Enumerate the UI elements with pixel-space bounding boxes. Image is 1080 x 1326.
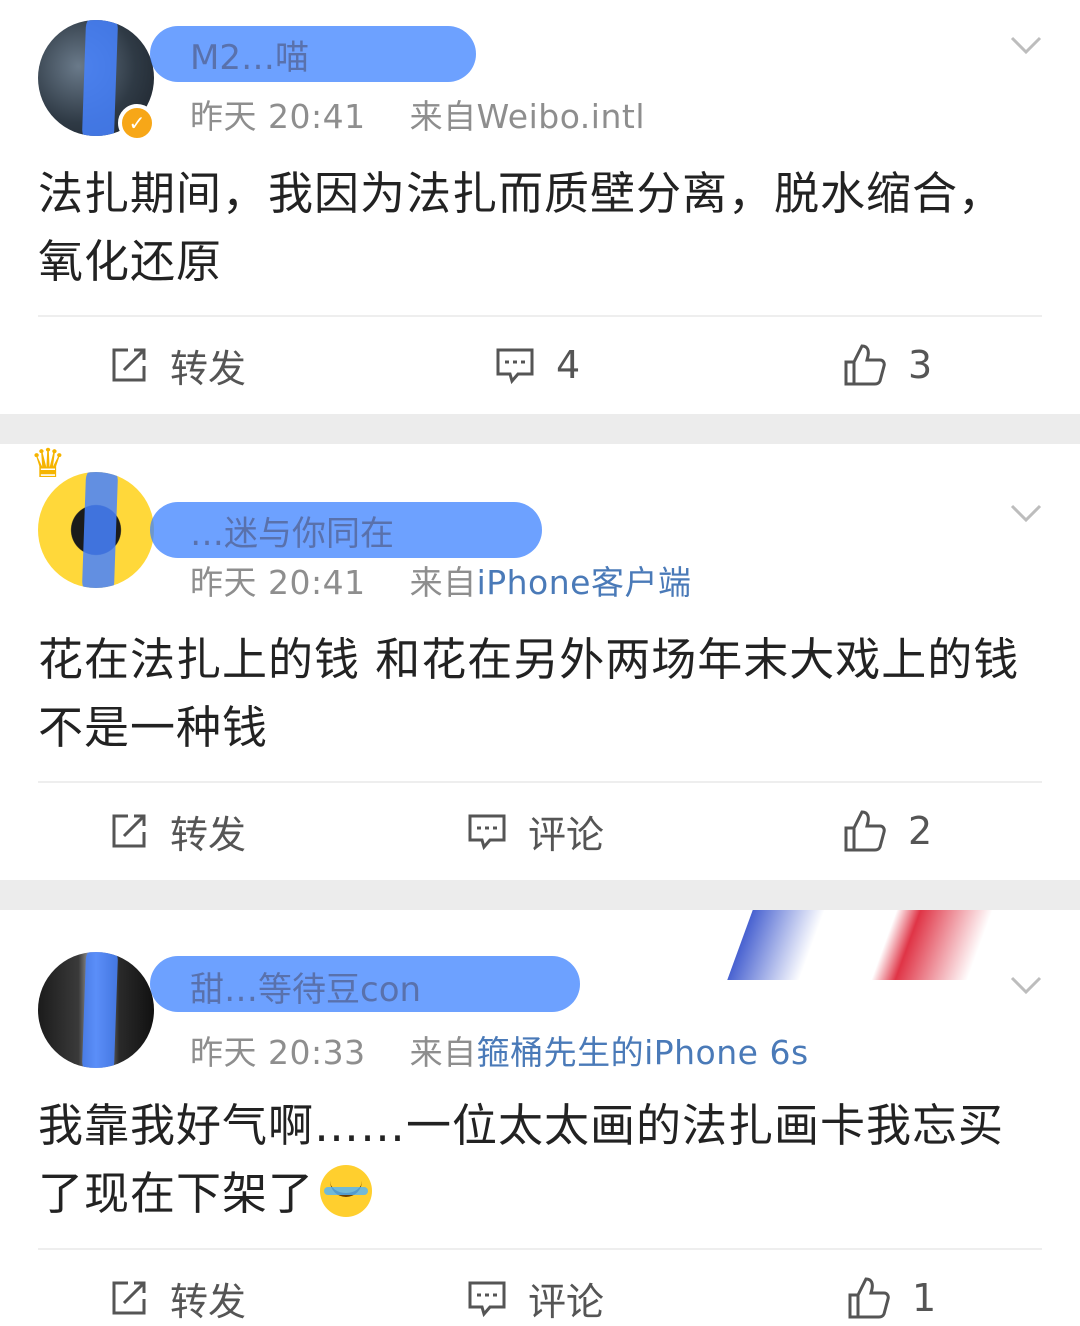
post-meta: 昨天 20:41 来自iPhone客户端 <box>190 556 691 604</box>
post-meta: 昨天 20:41 来自Weibo.intl <box>190 90 645 138</box>
repost-button[interactable]: 转发 <box>108 783 246 879</box>
comment-text-body: 我靠我好气啊……一位太太画的法扎画卡我忘买了现在下架了 <box>38 1099 1005 1220</box>
verified-badge-icon: ✓ <box>118 104 156 142</box>
post-source-link[interactable]: iPhone客户端 <box>477 563 692 602</box>
like-count: 2 <box>908 809 933 853</box>
chevron-down-icon[interactable] <box>1008 26 1044 62</box>
comment-button[interactable]: 评论 <box>466 1250 604 1326</box>
comment-card: ✓ M2…喵 昨天 20:41 来自Weibo.intl 法扎期间，我因为法扎而… <box>0 0 1080 414</box>
repost-button[interactable]: 转发 <box>108 1250 246 1326</box>
source-prefix: 来自 <box>409 563 477 602</box>
like-button[interactable]: 3 <box>842 317 932 413</box>
action-bar: 转发 评论 1 <box>0 1250 1080 1326</box>
redaction-mark <box>81 20 119 136</box>
post-time: 昨天 20:41 <box>190 97 366 136</box>
comment-text: 花在法扎上的钱 和花在另外两场年末大戏上的钱 不是一种钱 <box>38 633 1020 754</box>
repost-label: 转发 <box>170 1279 247 1324</box>
comment-text: 我靠我好气啊……一位太太画的法扎画卡我忘买了现在下架了 <box>38 1092 1034 1228</box>
repost-icon <box>112 1281 146 1315</box>
repost-button[interactable]: 转发 <box>108 317 246 413</box>
like-count: 3 <box>908 343 933 387</box>
action-bar: 转发 4 3 <box>0 317 1080 413</box>
comment-label: 评论 <box>528 812 605 857</box>
redaction-mark <box>81 952 119 1068</box>
comment-button[interactable]: 4 <box>494 317 580 413</box>
comment-text: 法扎期间，我因为法扎而质壁分离，脱水缩合，氧化还原 <box>38 167 1005 288</box>
post-source: Weibo.intl <box>476 97 645 136</box>
chevron-down-icon[interactable] <box>1008 494 1044 530</box>
source-prefix: 来自 <box>409 1033 477 1072</box>
comment-icon <box>468 814 506 851</box>
post-time: 昨天 20:41 <box>190 563 366 602</box>
redaction-mark <box>81 472 119 588</box>
action-bar: 转发 评论 2 <box>0 783 1080 879</box>
comment-card: 甜…等待豆con 昨天 20:33 来自箍桶先生的iPhone 6s 我靠我好气… <box>0 910 1080 1326</box>
flag-decoration <box>727 910 993 980</box>
comment-card: ♛ …迷与你同在 昨天 20:41 来自iPhone客户端 花在法扎上的钱 和花… <box>0 444 1080 880</box>
username[interactable]: …迷与你同在 <box>190 506 394 555</box>
avatar[interactable] <box>38 952 154 1068</box>
post-separator <box>0 414 1080 444</box>
username[interactable]: M2…喵 <box>190 30 309 79</box>
comment-count: 4 <box>556 343 581 387</box>
like-count: 1 <box>912 1276 937 1320</box>
repost-label: 转发 <box>170 812 247 857</box>
post-meta: 昨天 20:33 来自箍桶先生的iPhone 6s <box>190 1026 809 1074</box>
post-time: 昨天 20:33 <box>190 1033 366 1072</box>
like-button[interactable]: 1 <box>846 1250 936 1326</box>
thumbs-up-icon <box>844 810 886 852</box>
avatar[interactable] <box>38 472 154 588</box>
source-prefix: 来自 <box>409 97 477 136</box>
post-separator <box>0 880 1080 910</box>
username[interactable]: 甜…等待豆con <box>190 962 421 1011</box>
like-button[interactable]: 2 <box>842 783 932 879</box>
comment-feed: ✓ M2…喵 昨天 20:41 来自Weibo.intl 法扎期间，我因为法扎而… <box>0 0 1080 1326</box>
repost-label: 转发 <box>170 346 247 391</box>
comment-icon <box>468 1281 506 1318</box>
thumbs-up-icon <box>848 1277 890 1319</box>
comment-icon <box>496 348 534 385</box>
repost-icon <box>112 348 146 382</box>
post-source-link[interactable]: 箍桶先生的iPhone 6s <box>477 1033 809 1072</box>
comment-button[interactable]: 评论 <box>466 783 604 879</box>
thumbs-up-icon <box>844 344 886 386</box>
repost-icon <box>112 814 146 848</box>
comment-label: 评论 <box>528 1279 605 1324</box>
chevron-down-icon[interactable] <box>1008 966 1044 1002</box>
laughing-crying-emoji-icon <box>320 1165 373 1217</box>
